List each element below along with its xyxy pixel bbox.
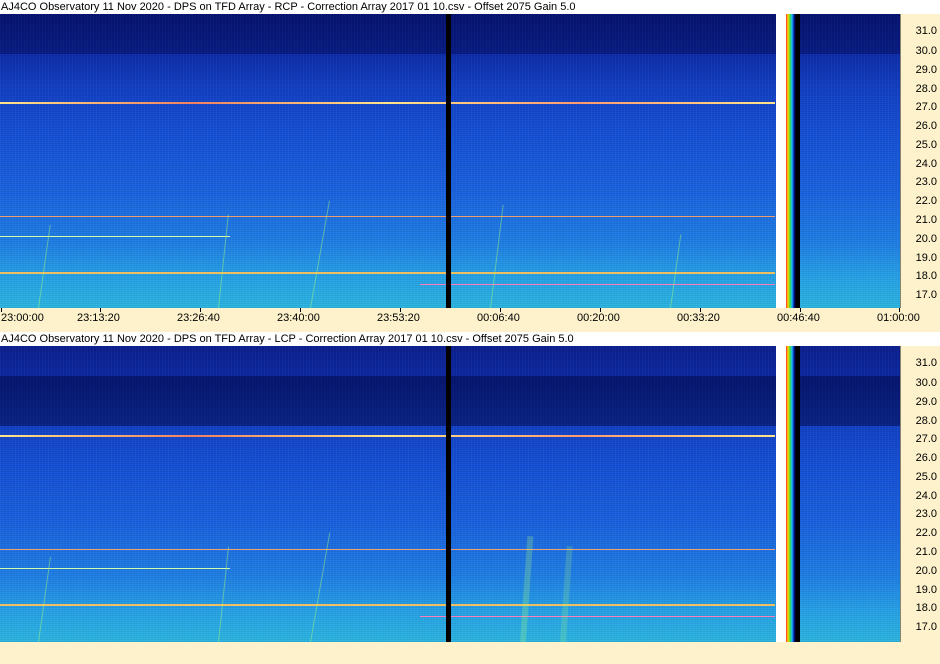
freq-label: 20.0	[915, 233, 937, 245]
interference-line-21mhz	[0, 549, 775, 550]
radio-burst	[560, 546, 573, 642]
data-gap-bar	[446, 14, 451, 308]
panel-title: AJ4CO Observatory 11 Nov 2020 - DPS on T…	[0, 332, 940, 347]
time-label: 00:06:40	[477, 312, 520, 324]
spectrogram-panel-rcp: AJ4CO Observatory 11 Nov 2020 - DPS on T…	[0, 0, 940, 334]
time-label: 23:53:20	[377, 312, 420, 324]
data-gap-bar	[446, 346, 451, 642]
freq-label: 25.0	[915, 139, 937, 151]
frequency-axis: 31.0 30.0 29.0 28.0 27.0 26.0 25.0 24.0 …	[900, 14, 940, 308]
freq-label: 27.0	[915, 101, 937, 113]
time-label: 00:20:00	[577, 312, 620, 324]
interference-line-20mhz	[0, 568, 230, 569]
freq-label: 26.0	[915, 120, 937, 132]
time-label: 23:26:40	[177, 312, 220, 324]
freq-label: 22.0	[915, 195, 937, 207]
freq-label: 17.0	[915, 621, 937, 633]
freq-label: 23.0	[915, 176, 937, 188]
freq-label: 30.0	[915, 377, 937, 389]
freq-label: 21.0	[915, 214, 937, 226]
radio-burst	[520, 536, 534, 642]
interference-line-18mhz	[0, 604, 775, 606]
interference-line-20mhz	[0, 236, 230, 237]
interference-line-17mhz	[420, 616, 775, 617]
freq-label: 30.0	[915, 45, 937, 57]
page: { "panels": [ { "title": "AJ4CO Observat…	[0, 0, 940, 664]
freq-label: 18.0	[915, 602, 937, 614]
freq-label: 31.0	[915, 357, 937, 369]
freq-label: 20.0	[915, 565, 937, 577]
radio-burst	[218, 546, 230, 642]
time-label: 00:46:40	[777, 312, 820, 324]
freq-label: 19.0	[915, 252, 937, 264]
freq-label: 17.0	[915, 289, 937, 301]
freq-label: 31.0	[915, 25, 937, 37]
spectrogram-panel-lcp: AJ4CO Observatory 11 Nov 2020 - DPS on T…	[0, 332, 940, 644]
freq-label: 25.0	[915, 471, 937, 483]
time-label: 01:00:00	[877, 312, 920, 324]
freq-label: 26.0	[915, 452, 937, 464]
radio-burst	[38, 224, 51, 308]
freq-label: 28.0	[915, 415, 937, 427]
interference-line-21mhz	[0, 216, 775, 217]
radio-burst	[38, 556, 51, 642]
time-label: 23:40:00	[277, 312, 320, 324]
time-label: 00:33:20	[677, 312, 720, 324]
freq-label: 22.0	[915, 527, 937, 539]
freq-label: 28.0	[915, 83, 937, 95]
calibration-bar	[776, 346, 800, 642]
interference-line-27mhz	[0, 102, 775, 104]
calibration-bar	[776, 14, 800, 308]
radio-burst	[490, 204, 504, 308]
time-label: 23:13:20	[77, 312, 120, 324]
interference-line-18mhz	[0, 272, 775, 274]
freq-label: 27.0	[915, 433, 937, 445]
freq-label: 21.0	[915, 546, 937, 558]
freq-label: 19.0	[915, 584, 937, 596]
radio-burst	[218, 214, 229, 308]
spectrogram-image[interactable]	[0, 346, 900, 642]
interference-line-17mhz	[420, 284, 775, 285]
freq-label: 23.0	[915, 508, 937, 520]
panel-title: AJ4CO Observatory 11 Nov 2020 - DPS on T…	[0, 0, 940, 15]
freq-label: 18.0	[915, 270, 937, 282]
freq-label: 24.0	[915, 158, 937, 170]
interference-line-27mhz	[0, 435, 775, 437]
freq-label: 29.0	[915, 396, 937, 408]
freq-label: 24.0	[915, 490, 937, 502]
spectrogram-image[interactable]	[0, 14, 900, 308]
frequency-axis: 31.0 30.0 29.0 28.0 27.0 26.0 25.0 24.0 …	[900, 346, 940, 642]
freq-label: 29.0	[915, 64, 937, 76]
time-label: 23:00:00	[1, 312, 44, 324]
time-axis: 23:00:00 23:13:20 23:26:40 23:40:00 23:5…	[0, 308, 940, 328]
